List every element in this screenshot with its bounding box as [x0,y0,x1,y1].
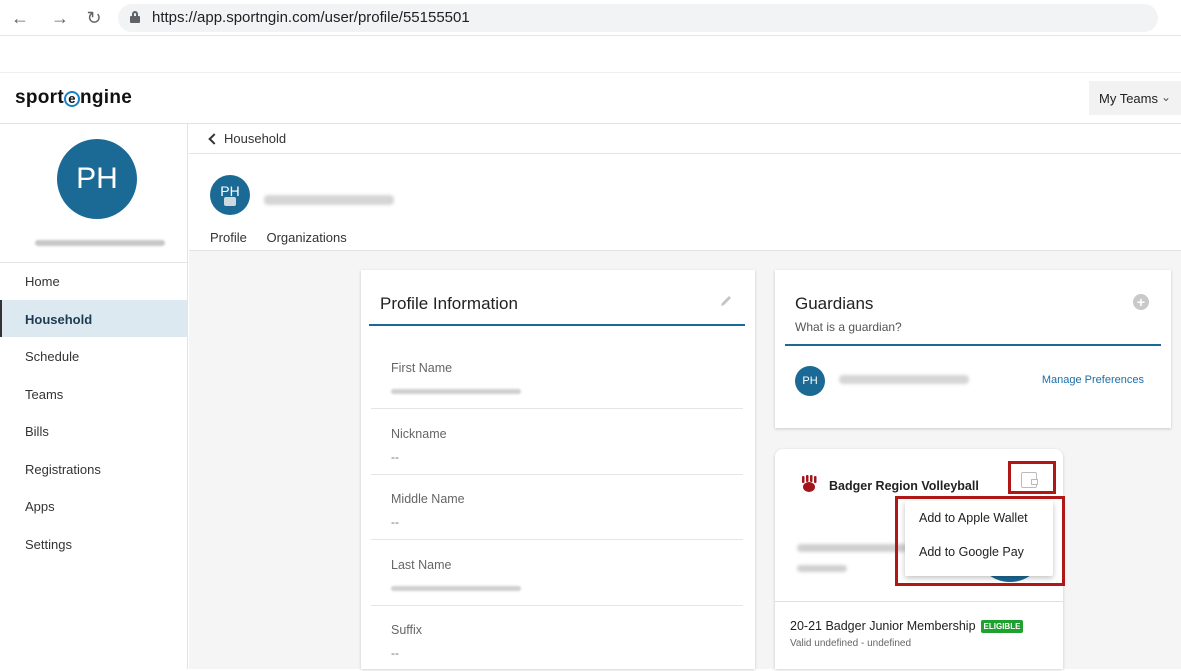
sidebar: PH Home Household Schedule Teams Bills R… [0,124,188,669]
sidebar-item-settings[interactable]: Settings [0,525,188,563]
field-label: First Name [391,361,453,375]
wallet-dropdown-menu: Add to Apple Wallet Add to Google Pay [905,501,1053,576]
avatar: PH [57,139,137,219]
suffix-field: Suffix -- [371,606,743,671]
profile-avatar[interactable]: PH [210,175,250,215]
what-is-guardian-text[interactable]: What is a guardian? [795,320,902,334]
badger-paw-logo-icon [802,475,817,492]
field-label: Last Name [391,558,452,572]
field-value: -- [391,646,399,660]
my-teams-dropdown[interactable]: My Teams ⌄ [1089,81,1181,115]
redacted-profile-name [264,195,394,205]
field-value: -- [391,515,399,529]
add-guardian-plus-icon[interactable]: + [1133,294,1149,310]
badge-divider [775,601,1063,602]
sidebar-item-apps[interactable]: Apps [0,487,188,525]
manage-preferences-link[interactable]: Manage Preferences [1042,374,1144,386]
camera-icon [224,197,236,206]
breadcrumb-label: Household [224,131,287,146]
card-title-rule [369,324,745,326]
field-value: -- [391,450,399,464]
url-text[interactable]: https://app.sportngin.com/user/profile/5… [152,9,470,26]
redacted-user-name [35,240,165,246]
add-to-apple-wallet-item[interactable]: Add to Apple Wallet [919,511,1028,525]
card-title: Guardians [795,294,874,313]
redacted-member-detail [797,565,847,572]
sidebar-item-registrations[interactable]: Registrations [0,450,188,488]
sportsengine-logo[interactable]: sport e ngine [15,87,132,109]
sidebar-item-household[interactable]: Household [0,299,188,337]
address-bar[interactable]: https://app.sportngin.com/user/profile/5… [118,4,1158,32]
nickname-field: Nickname -- [371,410,743,475]
field-label: Suffix [391,623,423,637]
membership-title: 20-21 Badger Junior Membership ELIGIBLE [790,619,1024,634]
membership-name: 20-21 Badger Junior Membership [790,619,976,633]
redacted-member-name [797,544,907,552]
app-header: sport e ngine My Teams ⌄ [0,72,1181,124]
first-name-field: First Name [371,344,743,409]
card-title: Profile Information [380,294,518,313]
sidebar-item-bills[interactable]: Bills [0,412,188,450]
chevron-down-icon: ⌄ [1160,90,1171,104]
lock-icon [130,11,140,23]
membership-validity: Valid undefined - undefined [790,638,912,649]
chevron-left-icon [208,133,220,145]
back-arrow-icon[interactable]: ← [10,8,30,28]
header-divider [189,153,1181,154]
sidebar-item-home[interactable]: Home [0,262,188,300]
organization-name: Badger Region Volleyball [829,479,979,493]
wallet-icon-highlight [1008,461,1056,494]
guardian-avatar: PH [795,366,825,396]
add-to-google-pay-item[interactable]: Add to Google Pay [919,545,1024,559]
redacted-value [391,389,521,394]
profile-information-card: Profile Information First Name Nickname … [361,270,755,669]
pencil-icon[interactable] [719,294,733,308]
middle-name-field: Middle Name -- [371,475,743,540]
tab-organizations[interactable]: Organizations [266,230,346,251]
breadcrumb[interactable]: Household [208,131,287,146]
sidebar-item-teams[interactable]: Teams [0,375,188,413]
guardians-card: Guardians What is a guardian? + PH Manag… [775,270,1171,428]
my-teams-label: My Teams [1099,91,1158,106]
sidebar-menu: Home Household Schedule Teams Bills Regi… [0,262,188,562]
redacted-value [391,586,521,591]
field-label: Middle Name [391,492,465,506]
eligible-badge: ELIGIBLE [980,620,1024,634]
forward-arrow-icon[interactable]: → [50,8,70,28]
redacted-guardian-name [839,375,969,384]
field-label: Nickname [391,427,447,441]
last-name-field: Last Name [371,541,743,606]
browser-toolbar: ← → ↻ https://app.sportngin.com/user/pro… [0,0,1181,36]
reload-icon[interactable]: ↻ [84,8,104,28]
sidebar-item-schedule[interactable]: Schedule [0,337,188,375]
card-title-rule [785,344,1161,346]
